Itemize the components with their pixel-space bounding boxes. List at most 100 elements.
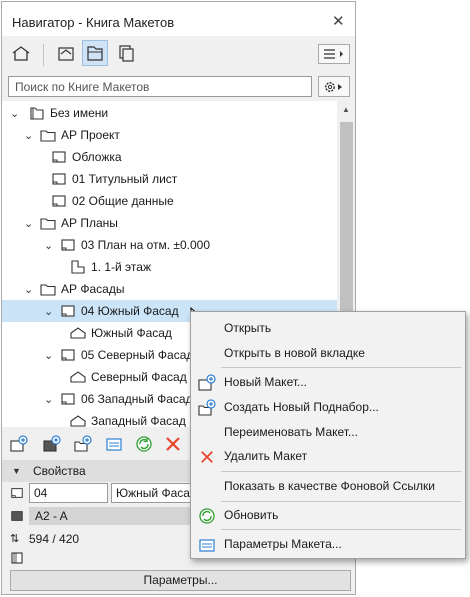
collapse-triangle-icon[interactable]: ▼	[12, 466, 21, 476]
floor-plan-drawing-icon	[71, 260, 85, 274]
menu-item-label: Параметры Макета...	[224, 537, 342, 551]
layout-icon	[61, 239, 75, 251]
menu-item-new-subset[interactable]: Создать Новый Поднабор...	[191, 396, 465, 418]
parameters-button[interactable]: Параметры...	[10, 570, 351, 591]
layout-icon	[52, 151, 66, 163]
menu-item-label: Открыть в новой вкладке	[224, 346, 365, 360]
menu-item-rename[interactable]: Переименовать Макет...	[191, 421, 465, 443]
new-master-layout-button[interactable]	[43, 435, 61, 453]
layout-name-field[interactable]: Южный Фасад	[111, 483, 193, 503]
update-button[interactable]	[135, 435, 153, 453]
master-layout-icon	[11, 511, 23, 521]
new-layout-button[interactable]	[10, 435, 28, 453]
new-subset-button[interactable]	[74, 435, 92, 453]
menu-item-new-layout[interactable]: Новый Макет...	[191, 371, 465, 393]
search-options-button[interactable]	[318, 76, 350, 97]
toolbar-divider	[43, 44, 44, 66]
chevron-down-icon[interactable]: ⌄	[24, 129, 33, 142]
update-icon	[136, 436, 152, 452]
layout-icon	[11, 488, 23, 498]
view-map-button[interactable]	[53, 40, 79, 66]
chevron-down-icon[interactable]: ⌄	[44, 393, 53, 406]
update-icon	[198, 507, 216, 525]
layout-icon	[61, 305, 75, 317]
tree-item-label: 01 Титульный лист	[72, 172, 178, 186]
book-icon	[30, 107, 44, 120]
tree-item-label: Западный Фасад	[91, 414, 186, 427]
close-button[interactable]: ✕	[332, 12, 345, 30]
tree-item-layout[interactable]: 01 Титульный лист	[2, 168, 337, 190]
publisher-sets-button[interactable]	[113, 40, 139, 66]
folder-icon	[40, 284, 56, 296]
folder-icon	[40, 130, 56, 142]
tree-item-label: АР Планы	[61, 216, 118, 230]
size-icon: ⇅	[10, 533, 20, 545]
chevron-down-icon[interactable]: ⌄	[44, 239, 53, 252]
tree-item-drawing[interactable]: 1. 1-й этаж	[2, 256, 337, 278]
delete-icon	[166, 437, 180, 451]
tree-item-layout[interactable]: Обложка	[2, 146, 337, 168]
chevron-down-icon[interactable]: ⌄	[44, 349, 53, 362]
layout-book-icon	[87, 46, 103, 61]
menu-item-open-new-tab[interactable]: Открыть в новой вкладке	[191, 342, 465, 364]
menu-item-show-as-trace-reference[interactable]: Показать в качестве Фоновой Ссылки	[191, 475, 465, 497]
delete-icon	[198, 448, 216, 466]
scroll-up-icon[interactable]: ▲	[342, 105, 350, 114]
navigator-menu-button[interactable]	[318, 44, 350, 64]
chevron-down-icon[interactable]: ⌄	[44, 305, 53, 318]
menu-item-label: Новый Макет...	[224, 375, 308, 389]
layout-icon	[61, 393, 75, 405]
search-input[interactable]	[8, 76, 312, 97]
layout-settings-button[interactable]	[105, 435, 123, 453]
project-map-button[interactable]	[8, 40, 34, 66]
menu-item-update[interactable]: Обновить	[191, 504, 465, 526]
book-settings-icon	[11, 552, 23, 564]
menu-item-open[interactable]: Открыть	[191, 317, 465, 339]
menu-item-label: Открыть	[224, 321, 272, 335]
menu-item-label: Удалить Макет	[224, 449, 308, 463]
new-layout-icon	[198, 374, 216, 392]
view-map-icon	[58, 47, 74, 61]
tree-item-label: АР Проект	[61, 128, 120, 142]
elevation-drawing-icon	[70, 371, 86, 383]
layout-book-button[interactable]	[82, 40, 108, 66]
publisher-sets-icon	[119, 45, 134, 62]
menu-item-label: Создать Новый Поднабор...	[224, 400, 379, 414]
menu-item-layout-settings[interactable]: Параметры Макета...	[191, 533, 465, 555]
layout-settings-icon	[106, 438, 122, 451]
tree-item-layout[interactable]: ⌄ 03 План на отм. ±0.000	[2, 234, 337, 256]
layout-settings-icon	[198, 536, 216, 554]
tree-item-label: 1. 1-й этаж	[91, 260, 151, 274]
new-master-layout-icon	[43, 435, 61, 452]
layout-icon	[52, 195, 66, 207]
window-title: Навигатор - Книга Макетов	[12, 15, 175, 30]
tree-item-layout[interactable]: 02 Общие данные	[2, 190, 337, 212]
menu-separator	[221, 529, 461, 530]
tree-item-label: Обложка	[72, 150, 122, 164]
menu-item-delete[interactable]: Удалить Макет	[191, 445, 465, 467]
menu-separator	[221, 367, 461, 368]
tree-item-folder[interactable]: ⌄ АР Фасады	[2, 278, 337, 300]
layout-icon	[52, 173, 66, 185]
layout-size-value: 594 / 420	[29, 532, 80, 546]
chevron-down-icon[interactable]: ⌄	[24, 217, 33, 230]
house-icon	[12, 46, 30, 61]
menu-separator	[221, 471, 461, 472]
delete-button[interactable]	[164, 435, 182, 453]
tree-item-label: 03 План на отм. ±0.000	[81, 238, 211, 252]
navigator-toolbar	[2, 36, 355, 74]
elevation-drawing-icon	[70, 327, 86, 339]
chevron-down-icon[interactable]: ⌄	[10, 107, 19, 120]
tree-item-root[interactable]: ⌄ Без имени	[2, 102, 337, 124]
tree-item-folder[interactable]: ⌄ АР Проект	[2, 124, 337, 146]
gear-icon	[325, 81, 342, 92]
tree-item-label: 04 Южный Фасад	[81, 304, 179, 318]
menu-item-label: Показать в качестве Фоновой Ссылки	[224, 479, 435, 493]
chevron-down-icon[interactable]: ⌄	[24, 283, 33, 296]
menu-separator	[221, 501, 461, 502]
tree-item-folder[interactable]: ⌄ АР Планы	[2, 212, 337, 234]
layout-number-field[interactable]: 04	[29, 483, 108, 503]
tree-item-label: АР Фасады	[61, 282, 125, 296]
scrollbar-thumb[interactable]	[340, 122, 353, 322]
master-layout-select[interactable]: A2 - A	[29, 507, 191, 525]
